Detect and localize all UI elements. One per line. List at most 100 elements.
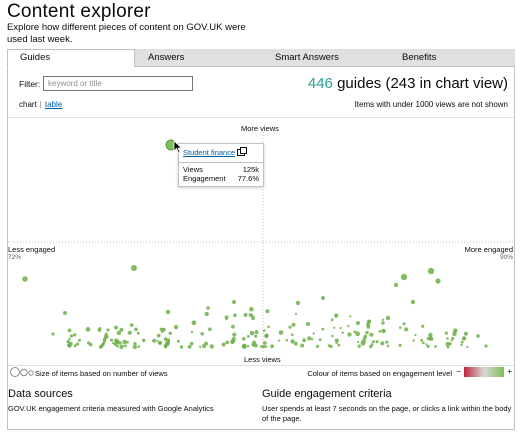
table-view-link[interactable]: table [45, 100, 62, 109]
scatter-point[interactable] [209, 344, 214, 349]
scatter-point[interactable] [259, 345, 263, 348]
scatter-point[interactable] [462, 336, 466, 340]
scatter-point[interactable] [191, 320, 197, 326]
scatter-point[interactable] [141, 338, 146, 343]
scatter-point[interactable] [133, 342, 137, 346]
scatter-point[interactable] [67, 343, 72, 348]
scatter-point[interactable] [242, 337, 246, 341]
scatter-point[interactable] [200, 332, 204, 336]
scatter-point[interactable] [444, 331, 448, 335]
tab-smart-answers[interactable]: Smart Answers [262, 49, 389, 67]
scatter-point[interactable] [460, 343, 463, 347]
scatter-point[interactable] [165, 309, 171, 315]
scatter-point[interactable] [463, 331, 468, 336]
scatter-point[interactable] [199, 345, 202, 349]
scatter-point[interactable] [295, 300, 301, 306]
scatter-point[interactable] [262, 341, 267, 345]
scatter-point[interactable] [243, 312, 248, 317]
scatter-point[interactable] [386, 344, 390, 348]
scatter-point[interactable] [157, 341, 162, 345]
scatter-point[interactable] [421, 324, 425, 328]
scatter-point[interactable] [104, 332, 108, 336]
scatter-point[interactable] [399, 326, 402, 329]
scatter-point[interactable] [116, 344, 119, 348]
scatter-point[interactable] [249, 330, 255, 336]
scatter-point[interactable] [363, 334, 368, 339]
scatter-point[interactable] [434, 345, 437, 348]
scatter-point[interactable] [189, 341, 194, 346]
scatter-point[interactable] [349, 315, 352, 318]
scatter-point[interactable] [330, 318, 334, 322]
scatter-point[interactable] [312, 332, 315, 335]
scatter-point[interactable] [168, 331, 172, 335]
scatter-point[interactable] [134, 327, 138, 332]
scatter-point[interactable] [114, 325, 119, 330]
scatter-point[interactable] [426, 336, 431, 341]
scatter-point[interactable] [357, 344, 361, 348]
scatter-point[interactable] [119, 344, 124, 350]
scatter-point[interactable] [370, 343, 374, 347]
scatter-point[interactable] [278, 339, 281, 342]
scatter-point[interactable] [251, 314, 254, 317]
scatter-point[interactable] [460, 340, 464, 344]
scatter-point[interactable] [103, 338, 107, 342]
scatter-point[interactable] [288, 325, 292, 329]
scatter-point[interactable] [231, 324, 235, 329]
scatter-point[interactable] [111, 342, 115, 345]
scatter-point[interactable] [202, 344, 206, 349]
scatter-point[interactable] [224, 315, 229, 320]
scatter-point[interactable] [173, 324, 179, 330]
scatter-point[interactable] [435, 278, 441, 284]
scatter-point[interactable] [381, 318, 385, 321]
scatter-point[interactable] [307, 336, 312, 341]
scatter-point[interactable] [179, 345, 184, 349]
scatter-point[interactable] [321, 327, 325, 331]
scatter-point[interactable] [246, 345, 250, 348]
scatter-point[interactable] [378, 330, 382, 333]
scatter-point[interactable] [484, 344, 488, 348]
scatter-point[interactable] [393, 282, 399, 288]
scatter-point[interactable] [453, 330, 457, 333]
scatter-point[interactable] [254, 334, 258, 338]
scatter-point[interactable] [285, 339, 289, 342]
scatter-point[interactable] [321, 296, 325, 300]
scatter-point[interactable] [204, 311, 209, 317]
scatter-point[interactable] [337, 343, 341, 347]
scatter-point[interactable] [414, 333, 417, 337]
scatter-point[interactable] [410, 299, 416, 305]
scatter-point[interactable] [119, 327, 124, 332]
scatter-point[interactable] [251, 316, 255, 320]
scatter-point[interactable] [404, 327, 409, 332]
scatter-point[interactable] [249, 306, 254, 312]
scatter-point[interactable] [290, 333, 294, 336]
scatter-point[interactable] [89, 343, 93, 347]
scatter-point[interactable] [127, 330, 132, 335]
scatter-point[interactable] [421, 341, 425, 345]
scatter-point[interactable] [270, 344, 274, 349]
tooltip-title-link[interactable]: Student finance [183, 148, 235, 157]
scatter-point[interactable] [73, 333, 77, 337]
tab-guides[interactable]: Guides [7, 49, 135, 68]
scatter-point[interactable] [156, 339, 159, 342]
scatter-point[interactable] [162, 327, 166, 332]
scatter-point[interactable] [366, 319, 371, 324]
scatter-point[interactable] [333, 326, 336, 329]
scatter-point[interactable] [152, 338, 157, 343]
scatter-point[interactable] [85, 327, 91, 332]
scatter-point[interactable] [63, 311, 67, 315]
scatter-point[interactable] [78, 338, 82, 342]
scatter-point[interactable] [334, 313, 339, 318]
scatter-point[interactable] [371, 340, 375, 344]
scatter-point[interactable] [73, 344, 77, 348]
scatter-point[interactable] [98, 327, 102, 330]
scatter-point[interactable] [136, 331, 140, 335]
scatter-point[interactable] [446, 345, 450, 349]
scatter-point[interactable] [51, 332, 55, 336]
scatter-point[interactable] [316, 344, 320, 348]
filter-input[interactable] [43, 76, 193, 91]
scatter-point[interactable] [369, 332, 374, 337]
scatter-point[interactable] [385, 340, 389, 344]
scatter-point[interactable] [163, 344, 167, 347]
scatter-point[interactable] [68, 337, 71, 341]
scatter-point[interactable] [208, 327, 212, 331]
